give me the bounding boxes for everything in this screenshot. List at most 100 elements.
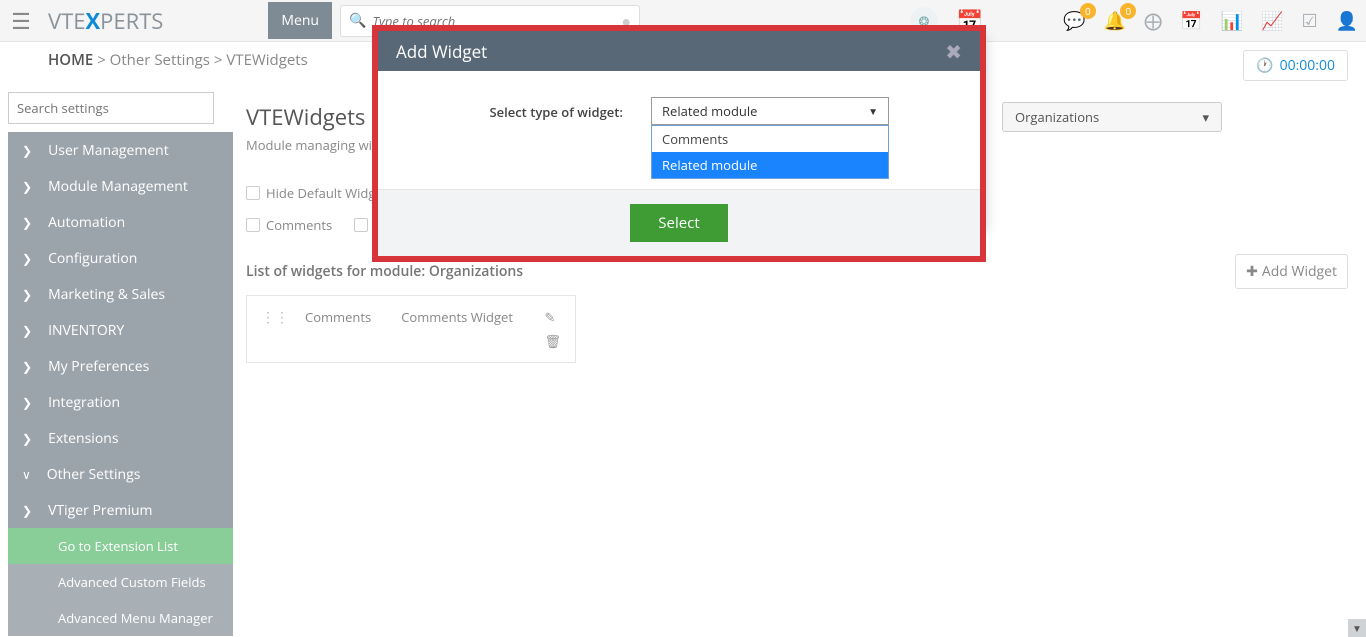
modal-header: Add Widget ✖ [378,31,980,71]
sidebar-item-integration[interactable]: ❯ Integration [8,384,233,420]
hide-default-checkbox[interactable]: Hide Default Widg [246,184,375,202]
sidebar-item-label: Integration [48,393,120,412]
widget-type-select[interactable]: Related module ▼ [651,97,889,125]
app-logo: VTEXPERTS [48,6,163,36]
list-section-header: List of widgets for module: Organization… [246,262,1348,281]
add-widget-modal: Add Widget ✖ Select type of widget: Rela… [378,31,980,256]
module-select[interactable]: Organizations ▾ [1002,102,1222,132]
user-icon[interactable]: 👤 [1336,9,1358,33]
sidebar-item-module-management[interactable]: ❯ Module Management [8,168,233,204]
sidebar-item-label: Configuration [48,249,137,268]
add-widget-button[interactable]: ✚ Add Widget [1235,254,1348,289]
settings-search-input[interactable] [17,99,205,117]
sidebar-item-label: Module Management [48,177,188,196]
bell-badge: 0 [1120,3,1136,19]
add-widget-label: Add Widget [1262,262,1337,281]
sidebar-item-label: Other Settings [47,465,141,484]
delete-icon[interactable]: 🗑 [544,332,561,350]
select-button[interactable]: Select [630,204,727,242]
sidebar-item-automation[interactable]: ❯Automation [8,204,233,240]
sidebar: ❯User Management ❯Module Management ❯Aut… [8,92,233,636]
chevron-right-icon: ❯ [22,286,32,303]
sidebar-sub-menu-manager[interactable]: Advanced Menu Manager [8,600,233,636]
chevron-down-icon: ∨ [22,466,31,483]
check-icon[interactable]: ☑ [1301,9,1317,33]
plus-icon[interactable]: ⨁ [1144,9,1162,33]
chat-icon[interactable]: 💬0 [1063,9,1085,33]
breadcrumb-part1[interactable]: Other Settings [110,50,210,70]
scroll-down-icon[interactable]: ▼ [1348,619,1366,637]
sidebar-item-other-settings[interactable]: ∨ Other Settings [8,456,233,492]
widget-actions: ✎ 🗑 [544,308,561,350]
drag-handle-icon[interactable]: ⋮⋮ [261,308,289,327]
widget-card: ⋮⋮ Comments Comments Widget ✎ 🗑 [246,295,576,363]
chevron-right-icon: ❯ [22,178,32,195]
sidebar-menu: ❯User Management ❯Module Management ❯Aut… [8,132,233,636]
breadcrumb-home[interactable]: HOME [48,50,93,70]
breadcrumb: HOME > Other Settings > VTEWidgets [48,50,308,70]
sidebar-item-marketing-sales[interactable]: ❯ Marketing & Sales [8,276,233,312]
comments-checkbox[interactable]: Comments [246,216,332,234]
chevron-right-icon: ❯ [22,358,32,375]
module-select-value: Organizations [1015,108,1099,126]
sidebar-item-extensions[interactable]: ❯Extensions [8,420,233,456]
chevron-down-icon: ▼ [868,104,878,118]
dropdown-option-comments[interactable]: Comments [652,126,888,152]
timer-value: 00:00:00 [1280,56,1335,75]
sidebar-item-label: INVENTORY [48,321,124,340]
widget-type-select-wrap: Related module ▼ Comments Related module [651,97,889,179]
chevron-right-icon: ❯ [22,394,32,411]
areachart-icon[interactable]: 📈 [1261,9,1283,33]
chat-badge: 0 [1080,3,1096,19]
chevron-right-icon: ❯ [22,430,32,447]
widget-type-field: Select type of widget: Related module ▼ … [408,97,950,179]
checkbox-label: Comments [266,216,332,234]
barchart-icon[interactable]: 📊 [1221,9,1243,33]
modal-body: Select type of widget: Related module ▼ … [378,71,980,189]
sidebar-submenu: Go to Extension List Advanced Custom Fie… [8,528,233,636]
logo-text2: PERTS [100,6,163,36]
sidebar-item-user-management[interactable]: ❯User Management [8,132,233,168]
sidebar-item-label: Automation [48,213,125,232]
sidebar-sub-custom-fields[interactable]: Advanced Custom Fields [8,564,233,600]
timer-widget[interactable]: 🕐 00:00:00 [1243,50,1348,81]
checkbox-icon [246,218,260,232]
breadcrumb-part2[interactable]: VTEWidgets [226,50,307,70]
widget-label: Comments Widget [401,308,528,326]
widget-type-dropdown: Comments Related module [651,125,889,179]
search-icon: 🔍 [349,11,366,30]
sidebar-item-label: VTiger Premium [48,501,152,520]
sidebar-item-label: My Preferences [48,357,149,376]
modal-footer: Select [378,189,980,256]
search-input[interactable] [372,12,621,30]
plus-icon: ✚ [1246,262,1258,281]
chevron-right-icon: ❯ [22,142,32,159]
logo-x: X [85,6,100,36]
edit-icon[interactable]: ✎ [544,308,561,326]
bell-icon[interactable]: 🔔0 [1104,9,1126,33]
checkbox-icon [354,218,368,232]
sidebar-item-configuration[interactable]: ❯Configuration [8,240,233,276]
close-icon[interactable]: ✖ [945,38,962,65]
dropdown-option-related-module[interactable]: Related module [652,152,888,178]
sidebar-sub-extension-list[interactable]: Go to Extension List [8,528,233,564]
chevron-right-icon: ❯ [22,502,32,519]
sidebar-item-label: Marketing & Sales [48,285,165,304]
select-value: Related module [662,102,757,120]
checkbox-label: Hide Default Widg [266,184,375,202]
checkbox-icon [246,186,260,200]
sidebar-item-vtiger-premium[interactable]: ❯ VTiger Premium [8,492,233,528]
breadcrumb-sep2: > [214,50,226,70]
clear-search-icon[interactable]: ● [621,10,631,32]
chevron-right-icon: ❯ [22,322,32,339]
breadcrumb-sep: > [97,50,106,70]
modal-title: Add Widget [396,40,487,63]
clock-icon: 🕐 [1256,56,1273,75]
field-label: Select type of widget: [408,97,623,121]
calendar-icon[interactable]: 📅 [1180,9,1202,33]
sidebar-item-inventory[interactable]: ❯ INVENTORY [8,312,233,348]
settings-search[interactable] [8,92,214,124]
sidebar-item-my-preferences[interactable]: ❯ My Preferences [8,348,233,384]
hamburger-icon[interactable]: ☰ [0,0,42,42]
menu-button[interactable]: Menu [268,2,332,39]
